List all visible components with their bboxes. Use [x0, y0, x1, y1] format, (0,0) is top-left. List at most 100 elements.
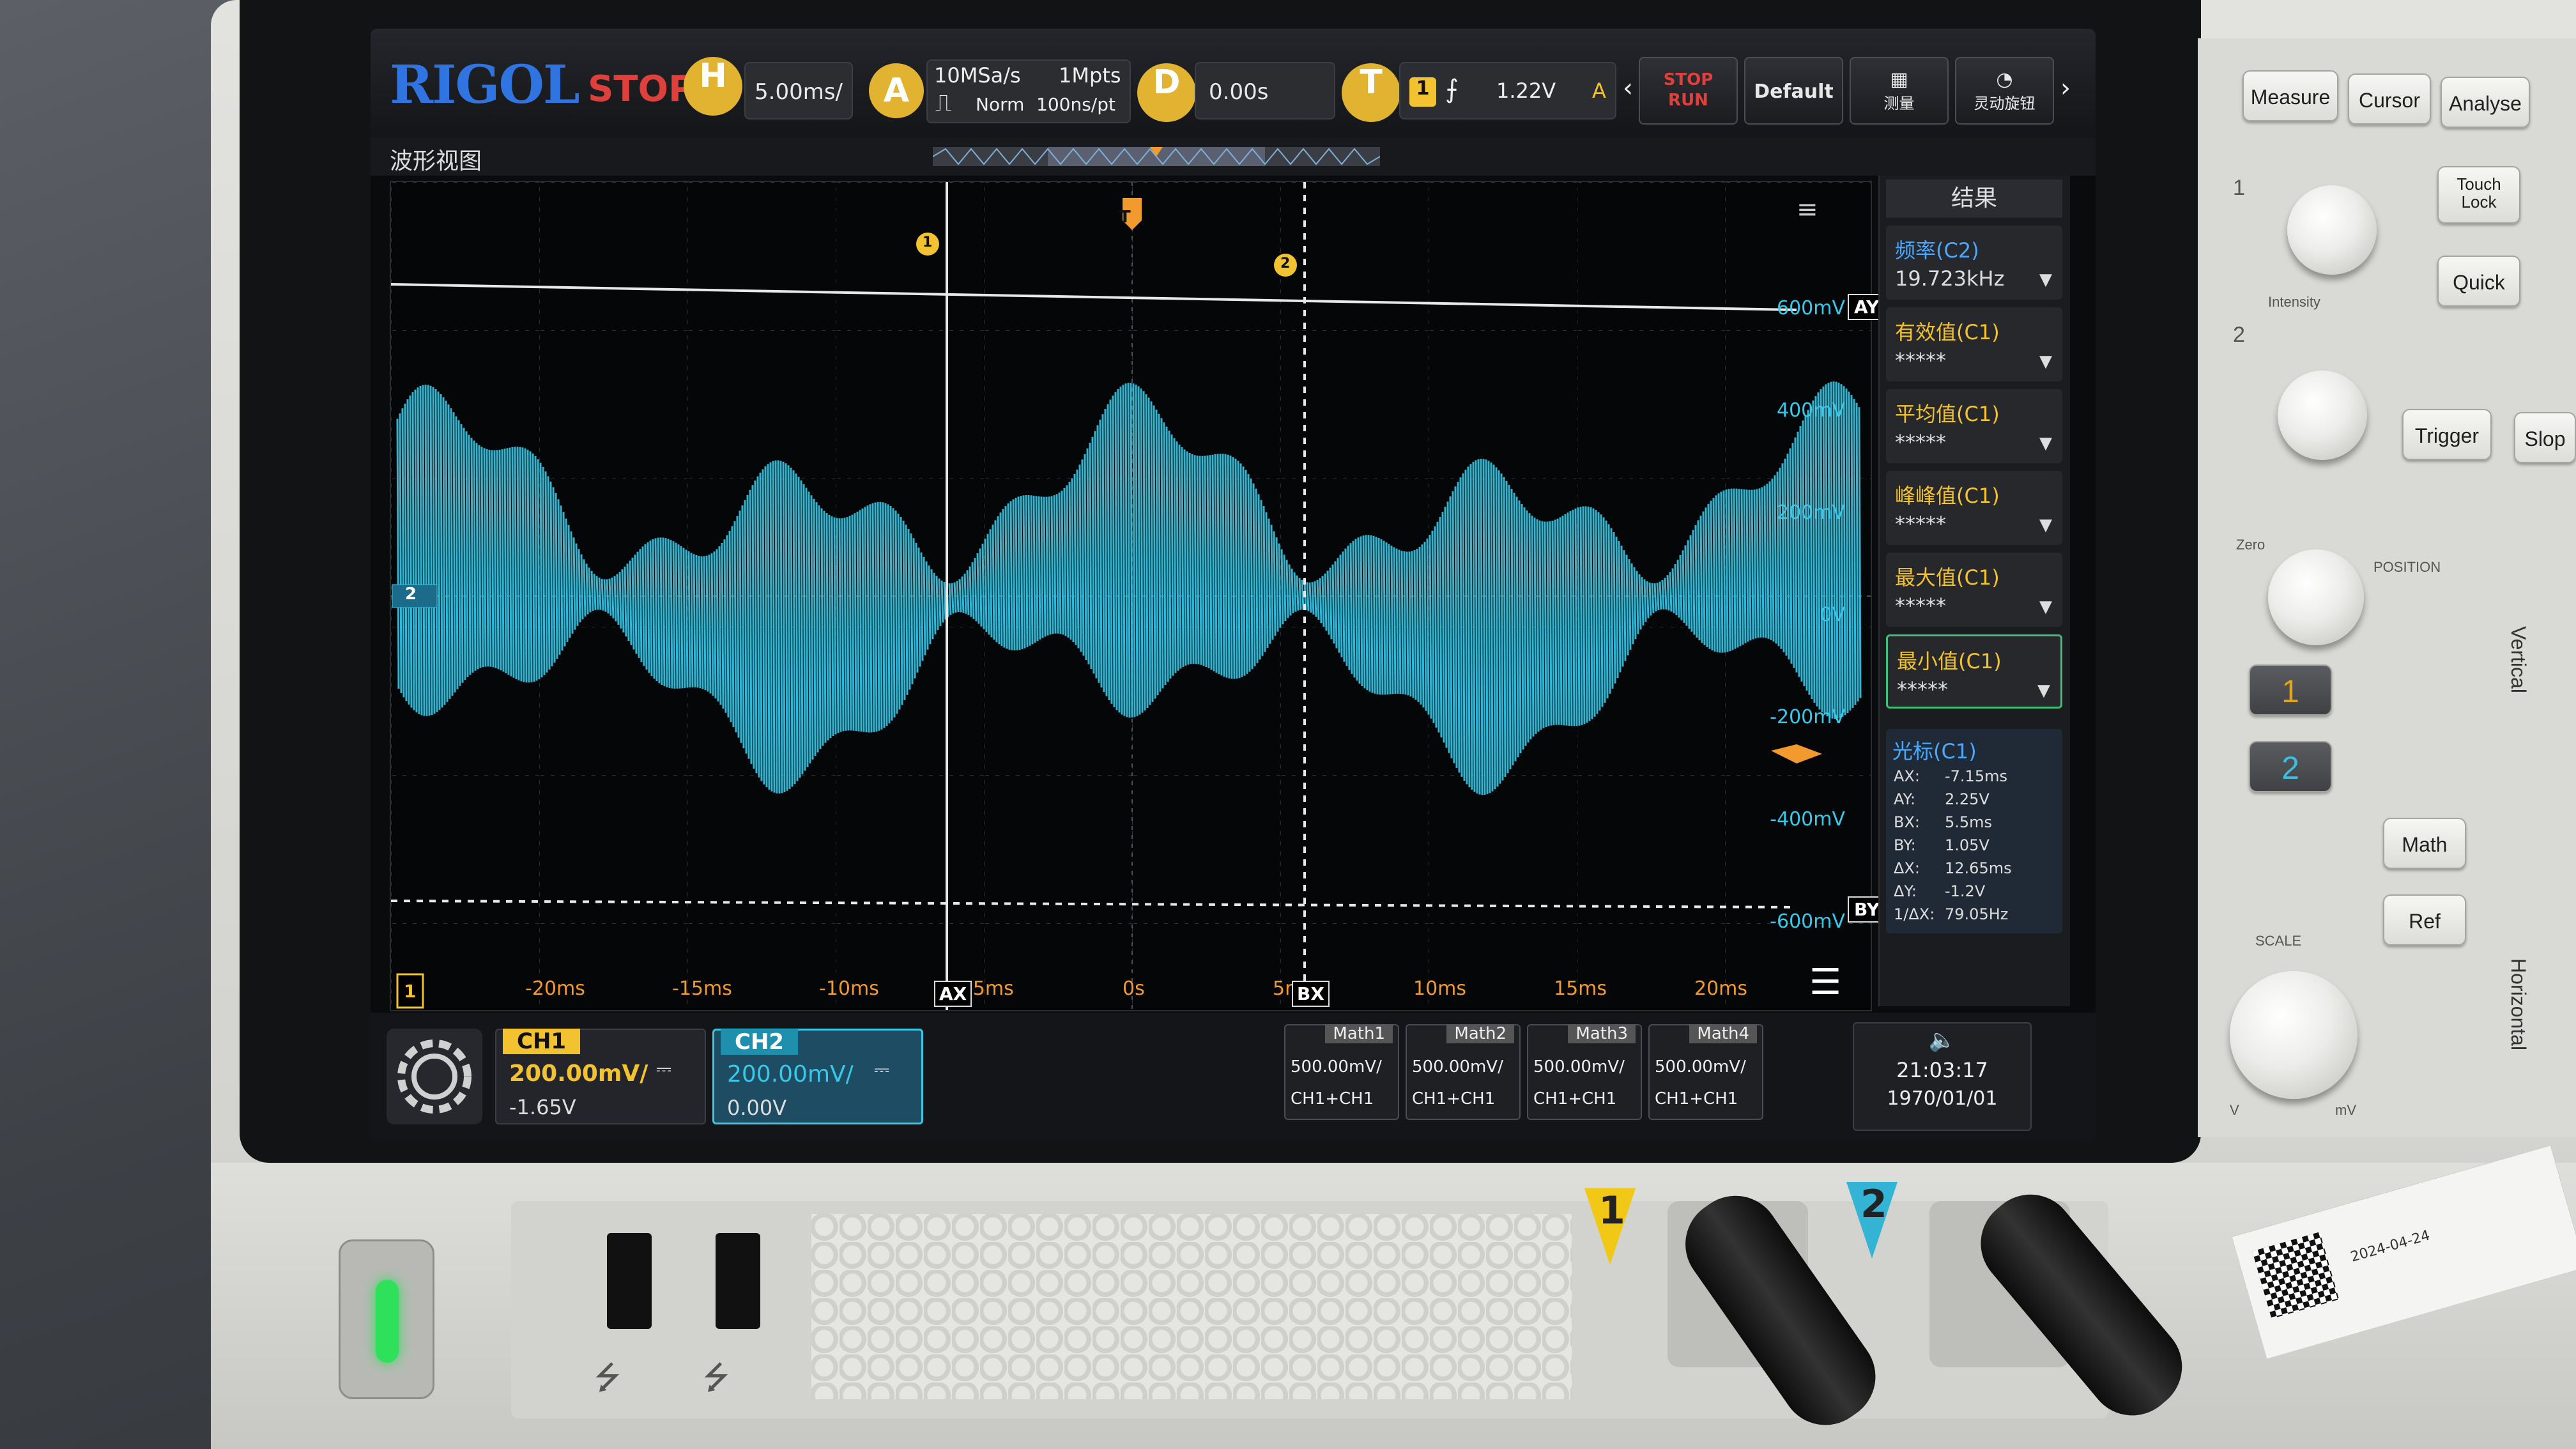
cursor-ax-label[interactable]: AX — [934, 981, 972, 1007]
ch2-offset: 0.00V — [727, 1096, 787, 1120]
measurement-item[interactable]: 频率(C2) 19.723kHz ▼ — [1886, 226, 2062, 300]
math-source: CH1+CH1 — [1291, 1089, 1374, 1108]
waveform-plot[interactable] — [390, 182, 1871, 1010]
results-title: 结果 — [1886, 180, 2062, 218]
trigger-button[interactable]: Trigger — [2402, 409, 2492, 460]
ch2-port-number: 2 — [1860, 1182, 1887, 1227]
delay-d-icon[interactable]: D — [1137, 63, 1196, 122]
cursor-val: 5.5ms — [1945, 813, 1993, 831]
cursor-readout-title: 光标(C1) — [1892, 739, 1977, 763]
measurement-item[interactable]: 最小值(C1) ***** ▼ — [1886, 634, 2062, 709]
menu-icon[interactable]: ≡ — [1797, 195, 1818, 224]
math-channel-box[interactable]: Math2 500.00mV/CH1+CH1 — [1406, 1024, 1521, 1120]
ref-button[interactable]: Ref — [2383, 894, 2466, 946]
chevron-right-icon[interactable]: › — [2060, 73, 2071, 103]
cursor-bx-label[interactable]: BX — [1292, 981, 1330, 1007]
cursor-val: 2.25V — [1945, 790, 1989, 808]
run-state-label[interactable]: STOP — [588, 68, 694, 110]
speaker-icon[interactable]: 🔈 — [1854, 1027, 2030, 1053]
ch1-offset: -1.65V — [509, 1095, 576, 1119]
default-button[interactable]: Default — [1744, 57, 1843, 125]
ch1-button[interactable]: 1 — [2249, 664, 2332, 716]
front-lower-panel: ⭍ ⭍ 1 2 2024-04-24 — [211, 1145, 2576, 1449]
chevron-down-icon[interactable]: ▼ — [2039, 352, 2052, 371]
usb-port-2[interactable] — [716, 1233, 760, 1329]
measure-button[interactable]: Measure — [2242, 70, 2338, 121]
measurement-item[interactable]: 最大值(C1) ***** ▼ — [1886, 553, 2062, 627]
timebase-value[interactable]: 5.00ms/ — [744, 62, 853, 119]
acquisition-box[interactable]: 10MSa/s 1Mpts Norm 100ns/pt ⎍ — [926, 59, 1131, 123]
cursor-readout-row: ΔX: 12.65ms — [1894, 859, 2060, 877]
ch1-name: CH1 — [503, 1029, 581, 1054]
cursor-readout-row: BX: 5.5ms — [1894, 813, 2060, 831]
horizontal-h-icon[interactable]: H — [684, 57, 742, 116]
math-channel-box[interactable]: Math3 500.00mV/CH1+CH1 — [1527, 1024, 1642, 1120]
chevron-down-icon[interactable]: ▼ — [2039, 597, 2052, 617]
chevron-left-icon[interactable]: ‹ — [1623, 73, 1633, 103]
touch-lock-button[interactable]: Touch Lock — [2437, 166, 2520, 224]
math-name: Math2 — [1446, 1024, 1514, 1043]
vertical-scale-knob[interactable] — [2230, 971, 2358, 1099]
math-channel-box[interactable]: Math4 500.00mV/CH1+CH1 — [1648, 1024, 1763, 1120]
flex-knob-button[interactable]: ◔ 灵动旋钮 — [1955, 57, 2054, 125]
measurement-value: ***** — [1897, 677, 1948, 702]
math-name: Math1 — [1325, 1024, 1393, 1043]
stop-run-button[interactable]: STOP RUN — [1639, 57, 1738, 125]
power-button[interactable] — [339, 1239, 434, 1399]
chevron-down-icon[interactable]: ▼ — [2037, 681, 2050, 700]
cursor-val: -1.2V — [1945, 882, 1986, 900]
ch2-button[interactable]: 2 — [2249, 741, 2332, 792]
trigger-source-badge: 1 — [1409, 77, 1436, 107]
multipurpose-knob-1[interactable] — [2287, 185, 2377, 275]
cursor-val: 79.05Hz — [1945, 905, 2009, 923]
trigger-box[interactable]: 1 ⨍ 1.22V A — [1399, 62, 1616, 119]
measurement-item[interactable]: 峰峰值(C1) ***** ▼ — [1886, 471, 2062, 545]
chevron-down-icon[interactable]: ▼ — [2039, 516, 2052, 535]
list-menu-icon[interactable]: ☰ — [1809, 962, 1841, 1003]
cursor-button[interactable]: Cursor — [2348, 73, 2431, 125]
math-channel-box[interactable]: Math1 500.00mV/CH1+CH1 — [1284, 1024, 1399, 1120]
ch2-info-box[interactable]: CH2 200.00mV/ ⎓ 0.00V — [712, 1029, 923, 1124]
cursor-key: ΔX: — [1894, 859, 1920, 877]
ch1-info-box[interactable]: CH1 200.00mV/ ⎓ -1.65V — [495, 1029, 706, 1124]
memory-overview-bar[interactable] — [933, 144, 1380, 169]
x-tick-label: -20ms — [525, 977, 585, 1000]
measurement-value: ***** — [1895, 594, 1946, 618]
y-tick-label: 0V — [1820, 604, 1845, 626]
cursor-readout: 光标(C1) AX: -7.15ms AY: 2.25V BX: 5.5ms BY: … — [1886, 729, 2062, 933]
x-tick-label: 10ms — [1413, 977, 1467, 1000]
rigol-logo: RIGOL — [390, 54, 580, 116]
measure-menu-button[interactable]: ▦ 测量 — [1850, 57, 1949, 125]
cursor-key: BY: — [1894, 836, 1916, 854]
chevron-down-icon[interactable]: ▼ — [2039, 270, 2052, 289]
vertical-position-knob[interactable] — [2268, 549, 2364, 645]
chevron-down-icon[interactable]: ▼ — [2039, 434, 2052, 453]
math-button[interactable]: Math — [2383, 818, 2466, 869]
analyse-button[interactable]: Analyse — [2441, 77, 2530, 128]
top-status-bar: RIGOL STOP H 5.00ms/ A 10MSa/s 1Mpts Nor… — [371, 29, 2096, 137]
y-tick-label: 600mV — [1776, 297, 1845, 319]
measurement-label: 最大值(C1) — [1895, 565, 2000, 590]
results-panel: 结果 频率(C2) 19.723kHz ▼ 有效值(C1) ***** ▼ 平均值(C1) *… — [1878, 176, 2070, 1006]
acquire-a-icon[interactable]: A — [869, 63, 924, 118]
measurement-item[interactable]: 有效值(C1) ***** ▼ — [1886, 307, 2062, 381]
math-source: CH1+CH1 — [1412, 1089, 1496, 1108]
x-tick-label: 15ms — [1554, 977, 1607, 1000]
y-tick-label: -200mV — [1770, 706, 1845, 728]
flex-knob-icon: ◔ — [1996, 68, 2013, 91]
home-button[interactable] — [387, 1029, 482, 1124]
clock-date: 1970/01/01 — [1887, 1087, 1998, 1110]
knob-2-number: 2 — [2233, 323, 2245, 347]
quick-button[interactable]: Quick — [2437, 256, 2520, 307]
sample-rate: 10MSa/s — [934, 63, 1021, 88]
slope-button[interactable]: Slop — [2514, 412, 2576, 463]
ch2-scale: 200.00mV/ — [727, 1061, 854, 1087]
usb-port-1[interactable] — [607, 1233, 652, 1329]
vertical-label: Vertical — [2507, 626, 2530, 693]
measurement-item[interactable]: 平均值(C1) ***** ▼ — [1886, 389, 2062, 463]
x-tick-label: -5ms — [966, 977, 1014, 1000]
multipurpose-knob-2[interactable] — [2278, 371, 2367, 460]
waveform-grid[interactable]: T 1 2 2 1 600mV 400mV 200mV 0V -200mV -400mV -… — [390, 181, 1887, 1011]
trigger-t-icon[interactable]: T — [1342, 63, 1400, 122]
delay-value[interactable]: 0.00s — [1195, 62, 1335, 119]
